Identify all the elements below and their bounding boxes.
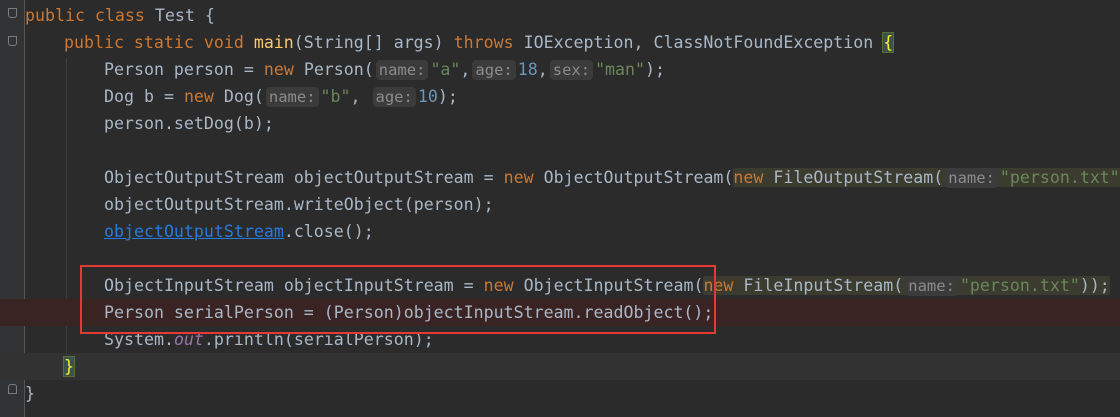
keyword: new bbox=[703, 276, 744, 295]
keyword: new bbox=[733, 168, 774, 187]
underlined-identifier[interactable]: objectOutputStream bbox=[104, 222, 284, 241]
parameter-hint: sex: bbox=[549, 60, 594, 80]
code-line-12: Person serialPerson = (Person)objectInpu… bbox=[0, 299, 1120, 326]
code-line-9: objectOutputStream.close(); bbox=[0, 218, 1120, 245]
code-text: Dog b = bbox=[104, 87, 184, 106]
code-text: .close(); bbox=[283, 222, 374, 241]
keyword: throws bbox=[453, 33, 524, 52]
code-text: FileOutputStream( bbox=[773, 168, 944, 187]
code-line-15: } bbox=[0, 380, 1120, 407]
static-field: out bbox=[173, 330, 204, 349]
keyword: public static void bbox=[64, 33, 254, 52]
code-text: person.setDog(b); bbox=[104, 114, 274, 133]
parameter-hint: name: bbox=[905, 276, 958, 296]
code-text: .println(serialPerson); bbox=[203, 330, 434, 349]
code-text: Dog( bbox=[223, 87, 264, 106]
matched-brace: { bbox=[882, 32, 895, 53]
code-text: ObjectInputStream objectInputStream = bbox=[104, 276, 484, 295]
code-text: )); bbox=[1079, 276, 1110, 295]
method-name: main bbox=[253, 33, 294, 52]
parameter-hint: name: bbox=[265, 87, 319, 107]
number-literal: 10 bbox=[417, 87, 438, 106]
keyword: new bbox=[503, 168, 544, 187]
code-text: , bbox=[537, 60, 548, 79]
code-line-5: person.setDog(b); bbox=[0, 110, 1120, 137]
code-editor[interactable]: public class Test { public static void m… bbox=[0, 0, 1120, 417]
code-line-8: objectOutputStream.writeObject(person); bbox=[0, 191, 1120, 218]
string-literal: "man" bbox=[595, 60, 646, 79]
code-line-1: public class Test { bbox=[0, 2, 1120, 29]
code-text: Test { bbox=[154, 6, 215, 25]
matched-brace: } bbox=[63, 356, 75, 377]
code-text: , bbox=[460, 60, 471, 79]
keyword: new bbox=[263, 60, 304, 79]
parameter-hint: name: bbox=[375, 60, 429, 80]
code-line-4: Dog b = new Dog(name: "b", age: 10); bbox=[0, 83, 1120, 110]
code-line-14: } bbox=[0, 353, 1120, 380]
parameter-hint: age: bbox=[472, 60, 516, 80]
code-text: Person( bbox=[303, 60, 374, 79]
parameter-hint: name: bbox=[945, 168, 998, 188]
keyword: public class bbox=[25, 6, 155, 25]
code-text: ObjectOutputStream( bbox=[543, 168, 734, 187]
code-text: Person person = bbox=[104, 60, 264, 79]
code-text: } bbox=[25, 384, 35, 403]
code-text: ObjectOutputStream objectOutputStream = bbox=[104, 168, 504, 187]
code-text: , bbox=[350, 87, 371, 106]
parameter-hint: age: bbox=[372, 87, 416, 107]
code-line-11: ObjectInputStream objectInputStream = ne… bbox=[0, 272, 1120, 299]
code-text: objectOutputStream.writeObject(person); bbox=[104, 195, 494, 214]
string-literal: "person.txt" bbox=[999, 168, 1120, 187]
code-text: (String[] args) bbox=[293, 33, 454, 52]
code-text: Person serialPerson = (Person)objectInpu… bbox=[104, 303, 714, 322]
code-line-13: System.out.println(serialPerson); bbox=[0, 326, 1120, 353]
string-literal: "person.txt" bbox=[959, 276, 1080, 295]
code-text: IOException, ClassNotFoundException bbox=[523, 33, 884, 52]
code-text: ); bbox=[645, 60, 665, 79]
code-line-2: public static void main(String[] args) t… bbox=[0, 29, 1120, 56]
keyword: new bbox=[183, 87, 224, 106]
code-text: ObjectInputStream( bbox=[523, 276, 704, 295]
code-text: FileInputStream( bbox=[743, 276, 904, 295]
code-text: ); bbox=[437, 87, 458, 106]
code-line-3: Person person = new Person(name: "a", age:… bbox=[0, 56, 1120, 83]
code-line-7: ObjectOutputStream objectOutputStream = … bbox=[0, 164, 1120, 191]
keyword: new bbox=[483, 276, 524, 295]
string-literal: "a" bbox=[430, 60, 461, 79]
code-text: System. bbox=[104, 330, 174, 349]
string-literal: "b" bbox=[320, 87, 351, 106]
number-literal: 18 bbox=[517, 60, 538, 79]
